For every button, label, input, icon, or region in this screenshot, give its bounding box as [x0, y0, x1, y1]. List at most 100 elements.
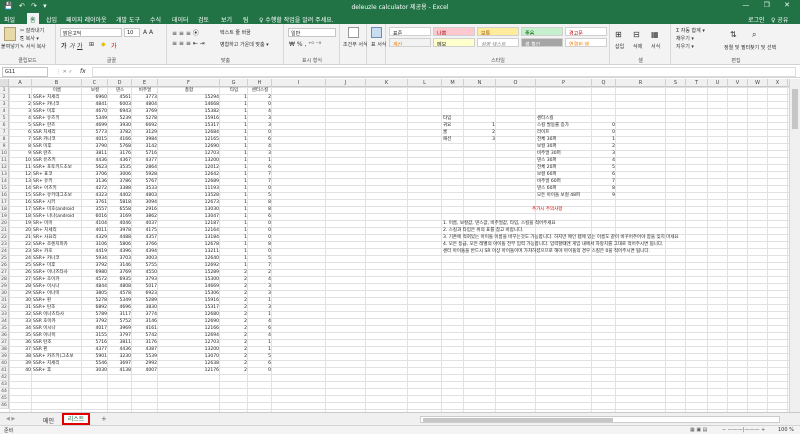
cell[interactable]: 3	[249, 304, 271, 311]
cell[interactable]: 4396	[109, 248, 131, 255]
sign-in-link[interactable]: 로그인	[748, 15, 765, 24]
cell[interactable]: 3117	[109, 311, 131, 318]
style-linked-cell[interactable]: 연결된 셀	[565, 38, 607, 47]
cell[interactable]: SSR 호이카	[33, 318, 81, 325]
font-grow-shrink-icon[interactable]: A A	[143, 29, 153, 36]
row-header[interactable]: 23	[0, 241, 9, 248]
cell[interactable]: 1	[249, 157, 271, 164]
row-header[interactable]: 43	[0, 381, 9, 388]
cell[interactable]: 16	[10, 199, 31, 206]
row-header[interactable]: 46	[0, 402, 9, 409]
cell[interactable]: 15916	[159, 115, 219, 122]
row-header[interactable]: 11	[0, 157, 9, 164]
cell[interactable]: 3769	[133, 108, 157, 115]
merge-center-button[interactable]: 병합하고 가운데 맞춤 ▾	[220, 41, 269, 48]
column-header-s[interactable]: S	[666, 79, 686, 87]
cell[interactable]: 4578	[109, 290, 131, 297]
cell[interactable]: 1	[221, 136, 247, 143]
cell[interactable]: 12690	[159, 318, 219, 325]
info-cell[interactable]: 댄스 60퍼	[537, 185, 591, 192]
cell[interactable]: 4377	[133, 157, 157, 164]
cell[interactable]: 12642	[159, 171, 219, 178]
cell[interactable]: 3169	[109, 213, 131, 220]
cell[interactable]: 7	[249, 171, 271, 178]
cell[interactable]: 13184	[159, 234, 219, 241]
cell[interactable]: 29	[10, 290, 31, 297]
cell[interactable]: 4803	[133, 192, 157, 199]
info-cell[interactable]: 전체 30퍼	[537, 136, 591, 143]
cell[interactable]: 12694	[159, 332, 219, 339]
cell[interactable]: 1	[221, 94, 247, 101]
row-header[interactable]: 24	[0, 248, 9, 255]
cell[interactable]: 4387	[133, 346, 157, 353]
row-header[interactable]: 12	[0, 164, 9, 171]
align-top-icons[interactable]: ≡ ≡ ≡ ⦿	[172, 28, 199, 37]
cell[interactable]: 4357	[133, 234, 157, 241]
cell[interactable]: 3703	[109, 255, 131, 262]
cell[interactable]: 12012	[159, 164, 219, 171]
cell[interactable]: 4419	[83, 248, 107, 255]
cell[interactable]: SSR+ 카나코	[33, 101, 81, 108]
autosum-button[interactable]: Σ 자동 합계 ▾	[676, 27, 705, 34]
column-header-a[interactable]: A	[9, 79, 32, 87]
tab-home[interactable]: 홈	[27, 13, 39, 24]
info-cell[interactable]: 귀요	[443, 122, 463, 129]
cell[interactable]: 2	[221, 269, 247, 276]
cell[interactable]: 보컬	[83, 87, 107, 94]
cell[interactable]: 4367	[109, 157, 131, 164]
info-cell[interactable]: 9	[593, 192, 615, 199]
row-header[interactable]: 42	[0, 374, 9, 381]
cell[interactable]: 5017	[133, 283, 157, 290]
format-painter-button[interactable]: ✎ 서식 복사	[20, 43, 46, 50]
column-header-c[interactable]: C	[82, 79, 108, 87]
cell[interactable]: 5934	[83, 255, 107, 262]
cell[interactable]: 1	[221, 206, 247, 213]
cell[interactable]: 15294	[159, 94, 219, 101]
info-cell[interactable]: 보컬 30퍼	[537, 143, 591, 150]
cell[interactable]: 6935	[109, 276, 131, 283]
cell[interactable]: SR+ 사요리	[33, 234, 81, 241]
cell[interactable]: 3773	[133, 94, 157, 101]
style-note[interactable]: 메모	[433, 38, 475, 47]
cell[interactable]: 4329	[83, 234, 107, 241]
cell[interactable]: SSR+ 미호(android	[33, 206, 81, 213]
cell[interactable]: 19	[10, 220, 31, 227]
sheet-tab-main[interactable]: 메인	[43, 416, 54, 425]
sheet-tab-list[interactable]: 리스트	[62, 413, 90, 425]
cell[interactable]: SR+ 미미	[33, 220, 81, 227]
cell[interactable]: 5	[249, 353, 271, 360]
select-all-corner[interactable]	[0, 79, 9, 87]
cell[interactable]: 3	[249, 283, 271, 290]
cell[interactable]: 1	[221, 178, 247, 185]
cell[interactable]: 3003	[133, 255, 157, 262]
cell[interactable]: 5755	[133, 262, 157, 269]
cell[interactable]: 5539	[133, 353, 157, 360]
cell[interactable]: 5349	[109, 297, 131, 304]
cell[interactable]: 15317	[159, 304, 219, 311]
cell[interactable]: 1	[221, 227, 247, 234]
cell[interactable]: 3697	[109, 360, 131, 367]
cell[interactable]: 3176	[109, 150, 131, 157]
underline-icon[interactable]: 가	[77, 41, 83, 50]
cell[interactable]: SSR+ 탄조	[33, 304, 81, 311]
cell[interactable]: 6692	[133, 122, 157, 129]
notes-title[interactable]: 추가시 주의사항	[532, 206, 562, 213]
font-name-select[interactable]: 맑은고딕	[60, 28, 122, 37]
cell[interactable]: 댄스	[109, 87, 131, 94]
column-header-v[interactable]: V	[728, 79, 748, 87]
cell[interactable]: 이름	[33, 87, 81, 94]
cell[interactable]: 37	[10, 346, 31, 353]
cell[interactable]: 4323	[83, 192, 107, 199]
fill-button[interactable]: 채우기 ▾	[676, 35, 694, 42]
cell[interactable]: 4	[249, 108, 271, 115]
cell[interactable]: 6	[249, 360, 271, 367]
info-cell[interactable]: 4	[593, 157, 615, 164]
row-header[interactable]: 1	[0, 87, 9, 94]
cell[interactable]: 3094	[133, 199, 157, 206]
cell[interactable]: 12640	[159, 255, 219, 262]
cell[interactable]: 1	[249, 346, 271, 353]
style-warning[interactable]: 경고문	[565, 27, 607, 36]
cell[interactable]: SR+ 카호	[33, 248, 81, 255]
cell[interactable]: 12680	[159, 311, 219, 318]
column-header-t[interactable]: T	[686, 79, 708, 87]
